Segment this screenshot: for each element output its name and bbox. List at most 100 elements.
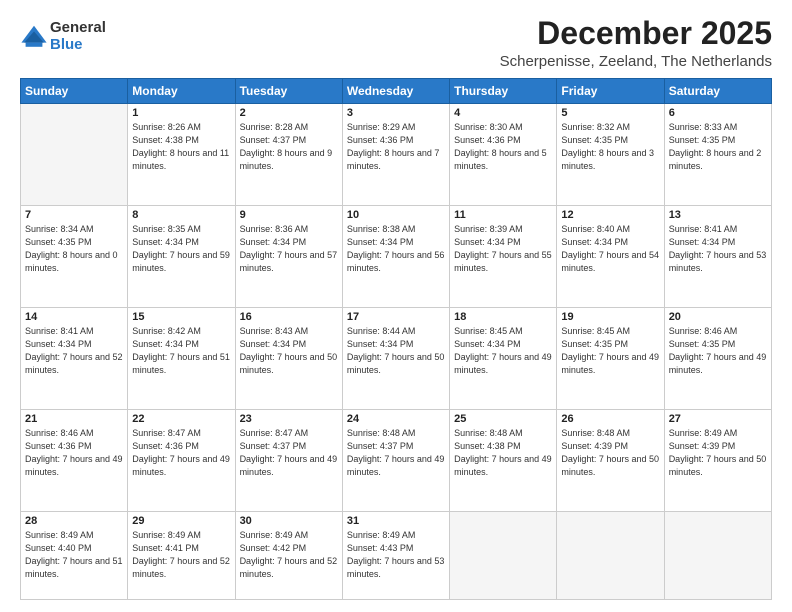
daylight-text: Daylight: 7 hours and 49 minutes. (454, 352, 552, 375)
day-number: 1 (132, 107, 230, 119)
sunrise-text: Sunrise: 8:46 AM (669, 326, 738, 336)
sunrise-text: Sunrise: 8:45 AM (454, 326, 523, 336)
day-number: 26 (561, 413, 659, 425)
logo-general-text: General (50, 20, 106, 37)
day-info: Sunrise: 8:49 AM Sunset: 4:41 PM Dayligh… (132, 529, 230, 581)
daylight-text: Daylight: 7 hours and 49 minutes. (454, 454, 552, 477)
daylight-text: Daylight: 7 hours and 50 minutes. (669, 454, 767, 477)
daylight-text: Daylight: 7 hours and 53 minutes. (669, 250, 767, 273)
sunrise-text: Sunrise: 8:49 AM (132, 530, 201, 540)
day-info: Sunrise: 8:49 AM Sunset: 4:40 PM Dayligh… (25, 529, 123, 581)
day-number: 28 (25, 515, 123, 527)
day-number: 30 (240, 515, 338, 527)
daylight-text: Daylight: 7 hours and 52 minutes. (240, 556, 338, 579)
daylight-text: Daylight: 7 hours and 49 minutes. (240, 454, 338, 477)
col-wednesday: Wednesday (342, 79, 449, 104)
day-info: Sunrise: 8:36 AM Sunset: 4:34 PM Dayligh… (240, 223, 338, 275)
day-info: Sunrise: 8:41 AM Sunset: 4:34 PM Dayligh… (25, 325, 123, 377)
calendar-week-row: 28 Sunrise: 8:49 AM Sunset: 4:40 PM Dayl… (21, 511, 772, 599)
sunset-text: Sunset: 4:38 PM (454, 441, 521, 451)
day-info: Sunrise: 8:42 AM Sunset: 4:34 PM Dayligh… (132, 325, 230, 377)
day-number: 9 (240, 209, 338, 221)
logo-text: General Blue (50, 20, 106, 53)
day-info: Sunrise: 8:29 AM Sunset: 4:36 PM Dayligh… (347, 121, 445, 173)
col-sunday: Sunday (21, 79, 128, 104)
table-row: 3 Sunrise: 8:29 AM Sunset: 4:36 PM Dayli… (342, 104, 449, 206)
sunrise-text: Sunrise: 8:48 AM (561, 428, 630, 438)
sunset-text: Sunset: 4:41 PM (132, 543, 199, 553)
sunrise-text: Sunrise: 8:48 AM (347, 428, 416, 438)
page: General Blue December 2025 Scherpenisse,… (0, 0, 792, 612)
month-title: December 2025 (500, 16, 772, 51)
sunrise-text: Sunrise: 8:33 AM (669, 122, 738, 132)
table-row: 29 Sunrise: 8:49 AM Sunset: 4:41 PM Dayl… (128, 511, 235, 599)
table-row: 27 Sunrise: 8:49 AM Sunset: 4:39 PM Dayl… (664, 410, 771, 512)
sunrise-text: Sunrise: 8:26 AM (132, 122, 201, 132)
table-row: 14 Sunrise: 8:41 AM Sunset: 4:34 PM Dayl… (21, 308, 128, 410)
table-row (21, 104, 128, 206)
table-row: 13 Sunrise: 8:41 AM Sunset: 4:34 PM Dayl… (664, 206, 771, 308)
sunset-text: Sunset: 4:40 PM (25, 543, 92, 553)
day-info: Sunrise: 8:49 AM Sunset: 4:42 PM Dayligh… (240, 529, 338, 581)
sunset-text: Sunset: 4:34 PM (25, 339, 92, 349)
sunset-text: Sunset: 4:35 PM (669, 135, 736, 145)
sunset-text: Sunset: 4:36 PM (132, 441, 199, 451)
sunrise-text: Sunrise: 8:45 AM (561, 326, 630, 336)
day-number: 10 (347, 209, 445, 221)
day-info: Sunrise: 8:47 AM Sunset: 4:36 PM Dayligh… (132, 427, 230, 479)
col-monday: Monday (128, 79, 235, 104)
sunset-text: Sunset: 4:34 PM (561, 237, 628, 247)
sunrise-text: Sunrise: 8:49 AM (240, 530, 309, 540)
day-info: Sunrise: 8:43 AM Sunset: 4:34 PM Dayligh… (240, 325, 338, 377)
sunrise-text: Sunrise: 8:29 AM (347, 122, 416, 132)
day-info: Sunrise: 8:49 AM Sunset: 4:43 PM Dayligh… (347, 529, 445, 581)
daylight-text: Daylight: 8 hours and 5 minutes. (454, 148, 547, 171)
sunrise-text: Sunrise: 8:35 AM (132, 224, 201, 234)
sunrise-text: Sunrise: 8:48 AM (454, 428, 523, 438)
logo-blue-text: Blue (50, 37, 106, 54)
sunrise-text: Sunrise: 8:39 AM (454, 224, 523, 234)
daylight-text: Daylight: 7 hours and 54 minutes. (561, 250, 659, 273)
day-info: Sunrise: 8:32 AM Sunset: 4:35 PM Dayligh… (561, 121, 659, 173)
title-block: December 2025 Scherpenisse, Zeeland, The… (500, 16, 772, 70)
sunrise-text: Sunrise: 8:46 AM (25, 428, 94, 438)
table-row: 26 Sunrise: 8:48 AM Sunset: 4:39 PM Dayl… (557, 410, 664, 512)
sunset-text: Sunset: 4:34 PM (240, 237, 307, 247)
table-row: 30 Sunrise: 8:49 AM Sunset: 4:42 PM Dayl… (235, 511, 342, 599)
sunset-text: Sunset: 4:39 PM (561, 441, 628, 451)
daylight-text: Daylight: 7 hours and 51 minutes. (25, 556, 123, 579)
table-row: 17 Sunrise: 8:44 AM Sunset: 4:34 PM Dayl… (342, 308, 449, 410)
sunrise-text: Sunrise: 8:49 AM (669, 428, 738, 438)
sunrise-text: Sunrise: 8:49 AM (347, 530, 416, 540)
day-number: 11 (454, 209, 552, 221)
sunset-text: Sunset: 4:34 PM (669, 237, 736, 247)
daylight-text: Daylight: 7 hours and 49 minutes. (561, 352, 659, 375)
day-number: 20 (669, 311, 767, 323)
sunset-text: Sunset: 4:34 PM (454, 237, 521, 247)
calendar-week-row: 1 Sunrise: 8:26 AM Sunset: 4:38 PM Dayli… (21, 104, 772, 206)
table-row: 10 Sunrise: 8:38 AM Sunset: 4:34 PM Dayl… (342, 206, 449, 308)
sunset-text: Sunset: 4:35 PM (561, 339, 628, 349)
day-number: 3 (347, 107, 445, 119)
sunset-text: Sunset: 4:36 PM (347, 135, 414, 145)
daylight-text: Daylight: 8 hours and 3 minutes. (561, 148, 654, 171)
sunset-text: Sunset: 4:34 PM (132, 339, 199, 349)
day-number: 15 (132, 311, 230, 323)
sunrise-text: Sunrise: 8:40 AM (561, 224, 630, 234)
daylight-text: Daylight: 8 hours and 9 minutes. (240, 148, 333, 171)
sunrise-text: Sunrise: 8:44 AM (347, 326, 416, 336)
daylight-text: Daylight: 8 hours and 11 minutes. (132, 148, 229, 171)
day-info: Sunrise: 8:41 AM Sunset: 4:34 PM Dayligh… (669, 223, 767, 275)
daylight-text: Daylight: 7 hours and 50 minutes. (347, 352, 445, 375)
day-number: 13 (669, 209, 767, 221)
day-number: 31 (347, 515, 445, 527)
day-info: Sunrise: 8:40 AM Sunset: 4:34 PM Dayligh… (561, 223, 659, 275)
day-number: 27 (669, 413, 767, 425)
col-tuesday: Tuesday (235, 79, 342, 104)
day-info: Sunrise: 8:45 AM Sunset: 4:35 PM Dayligh… (561, 325, 659, 377)
sunset-text: Sunset: 4:35 PM (669, 339, 736, 349)
calendar-week-row: 21 Sunrise: 8:46 AM Sunset: 4:36 PM Dayl… (21, 410, 772, 512)
table-row: 8 Sunrise: 8:35 AM Sunset: 4:34 PM Dayli… (128, 206, 235, 308)
day-info: Sunrise: 8:45 AM Sunset: 4:34 PM Dayligh… (454, 325, 552, 377)
day-info: Sunrise: 8:46 AM Sunset: 4:36 PM Dayligh… (25, 427, 123, 479)
